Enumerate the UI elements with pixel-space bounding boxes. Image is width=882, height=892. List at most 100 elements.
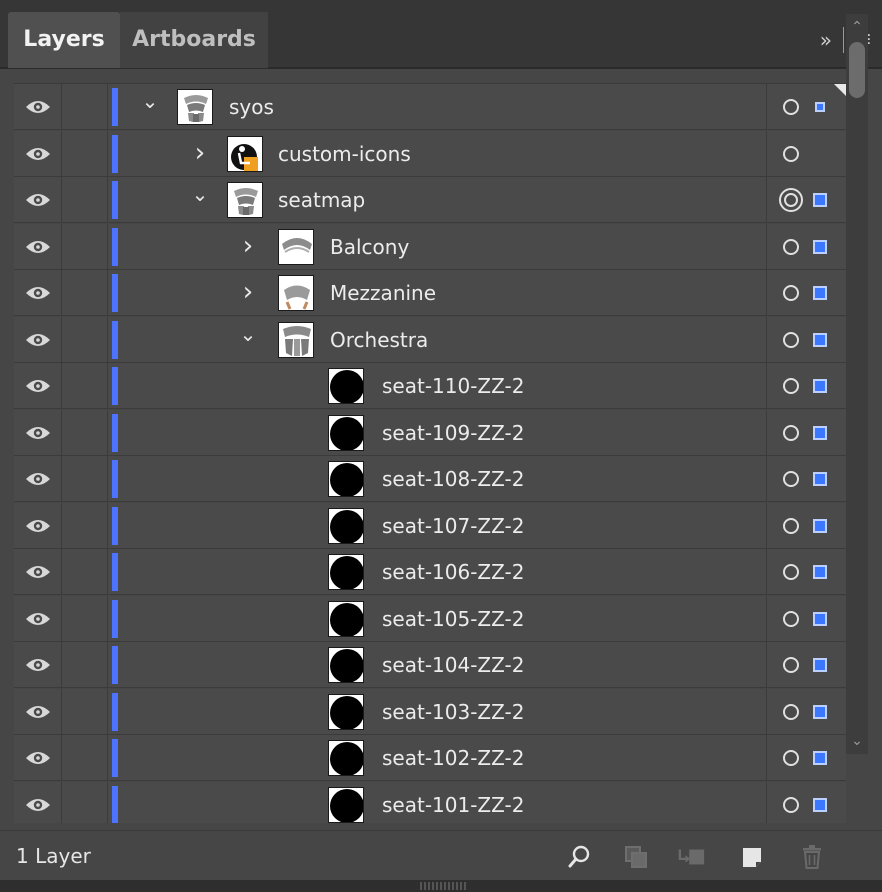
scroll-thumb[interactable] (849, 42, 865, 98)
selection-indicator[interactable] (813, 565, 827, 579)
layer-name[interactable]: seat-102-ZZ-2 (382, 735, 524, 781)
visibility-toggle[interactable] (14, 781, 62, 823)
visibility-toggle[interactable] (14, 688, 62, 735)
lock-toggle[interactable] (62, 456, 108, 502)
layer-row[interactable]: › Balcony (14, 223, 846, 270)
visibility-toggle[interactable] (14, 642, 62, 688)
tab-layers[interactable]: Layers (8, 12, 120, 68)
delete-icon[interactable] (798, 843, 826, 871)
chevron-down-icon[interactable]: ⌄ (188, 177, 212, 223)
target-circle-icon[interactable] (783, 99, 799, 115)
lock-toggle[interactable] (62, 595, 108, 642)
target-circle-icon[interactable] (779, 188, 803, 212)
layer-row[interactable]: seat-109-ZZ-2 (14, 409, 846, 456)
target-circle-icon[interactable] (783, 145, 799, 162)
make-clipping-mask-icon[interactable] (622, 843, 650, 871)
lock-toggle[interactable] (62, 316, 108, 363)
visibility-toggle[interactable] (14, 549, 62, 595)
layer-row[interactable]: seat-106-ZZ-2 (14, 549, 846, 595)
chevron-down-icon[interactable]: ⌄ (138, 84, 162, 130)
lock-toggle[interactable] (62, 223, 108, 270)
selection-indicator[interactable] (813, 611, 827, 626)
layer-row[interactable]: seat-108-ZZ-2 (14, 456, 846, 502)
lock-toggle[interactable] (62, 502, 108, 549)
scroll-up-arrow-icon[interactable]: ⌃ (846, 14, 868, 38)
layer-name[interactable]: custom-icons (278, 131, 411, 177)
layer-name[interactable]: seat-106-ZZ-2 (382, 549, 524, 595)
visibility-toggle[interactable] (14, 130, 62, 177)
target-circle-icon[interactable] (783, 285, 799, 301)
selection-indicator[interactable] (815, 102, 825, 112)
target-circle-icon[interactable] (783, 378, 799, 394)
lock-toggle[interactable] (62, 177, 108, 223)
selection-indicator[interactable] (813, 658, 827, 672)
visibility-toggle[interactable] (14, 456, 62, 502)
target-circle-icon[interactable] (783, 564, 799, 580)
layer-row[interactable]: ⌄ seatmap (14, 177, 846, 223)
lock-toggle[interactable] (62, 549, 108, 595)
target-circle-icon[interactable] (783, 331, 799, 348)
lock-toggle[interactable] (62, 642, 108, 688)
layer-row[interactable]: seat-103-ZZ-2 (14, 688, 846, 735)
new-sublayer-icon[interactable] (678, 843, 706, 871)
target-circle-icon[interactable] (783, 238, 799, 255)
lock-toggle[interactable] (62, 688, 108, 735)
selection-indicator[interactable] (813, 797, 827, 812)
layer-name[interactable]: seatmap (278, 177, 365, 223)
lock-toggle[interactable] (62, 130, 108, 177)
layer-row[interactable]: › custom-icons (14, 130, 846, 177)
target-circle-icon[interactable] (783, 703, 799, 720)
lock-toggle[interactable] (62, 781, 108, 823)
visibility-toggle[interactable] (14, 84, 62, 130)
visibility-toggle[interactable] (14, 223, 62, 270)
layer-name[interactable]: seat-105-ZZ-2 (382, 596, 524, 642)
scrollbar[interactable]: ⌃ ⌄ (846, 14, 868, 754)
chevron-right-icon[interactable]: › (236, 224, 260, 270)
layer-name[interactable]: seat-110-ZZ-2 (382, 363, 524, 409)
selection-indicator[interactable] (813, 751, 827, 765)
visibility-toggle[interactable] (14, 502, 62, 549)
layer-name[interactable]: seat-107-ZZ-2 (382, 503, 524, 549)
selection-indicator[interactable] (813, 704, 827, 719)
layer-name[interactable]: seat-108-ZZ-2 (382, 456, 524, 502)
target-circle-icon[interactable] (783, 424, 799, 441)
selection-indicator[interactable] (813, 286, 827, 300)
chevron-down-icon[interactable]: ⌄ (236, 317, 260, 363)
layer-name[interactable]: seat-101-ZZ-2 (382, 782, 524, 824)
target-circle-icon[interactable] (783, 796, 799, 813)
target-circle-icon[interactable] (783, 471, 799, 487)
layer-name[interactable]: seat-109-ZZ-2 (382, 410, 524, 456)
visibility-toggle[interactable] (14, 177, 62, 223)
layer-row[interactable]: seat-104-ZZ-2 (14, 642, 846, 688)
lock-toggle[interactable] (62, 84, 108, 130)
scroll-down-arrow-icon[interactable]: ⌄ (846, 730, 868, 754)
layer-name[interactable]: Mezzanine (330, 270, 436, 316)
layer-row[interactable]: seat-110-ZZ-2 (14, 363, 846, 409)
lock-toggle[interactable] (62, 270, 108, 316)
lock-toggle[interactable] (62, 735, 108, 781)
selection-indicator[interactable] (813, 425, 827, 440)
resize-grip[interactable] (0, 880, 882, 892)
lock-toggle[interactable] (62, 409, 108, 456)
target-circle-icon[interactable] (783, 750, 799, 766)
visibility-toggle[interactable] (14, 316, 62, 363)
target-circle-icon[interactable] (783, 517, 799, 534)
layer-name[interactable]: Balcony (330, 224, 409, 270)
visibility-toggle[interactable] (14, 270, 62, 316)
selection-indicator[interactable] (813, 518, 827, 533)
visibility-toggle[interactable] (14, 363, 62, 409)
layer-row[interactable]: ⌄ Orchestra (14, 316, 846, 363)
chevron-right-icon[interactable]: › (188, 131, 212, 177)
visibility-toggle[interactable] (14, 735, 62, 781)
chevron-right-icon[interactable]: › (236, 270, 260, 316)
visibility-toggle[interactable] (14, 595, 62, 642)
collapse-panel-button[interactable]: » (820, 12, 832, 68)
target-circle-icon[interactable] (783, 610, 799, 627)
layer-row[interactable]: seat-105-ZZ-2 (14, 595, 846, 642)
locate-object-icon[interactable] (566, 843, 594, 871)
layer-name[interactable]: Orchestra (330, 317, 428, 363)
tab-artboards[interactable]: Artboards (120, 12, 268, 68)
selection-indicator[interactable] (813, 472, 827, 486)
layer-row[interactable]: ⌄ syos (14, 84, 846, 130)
layer-name[interactable]: syos (229, 84, 274, 130)
